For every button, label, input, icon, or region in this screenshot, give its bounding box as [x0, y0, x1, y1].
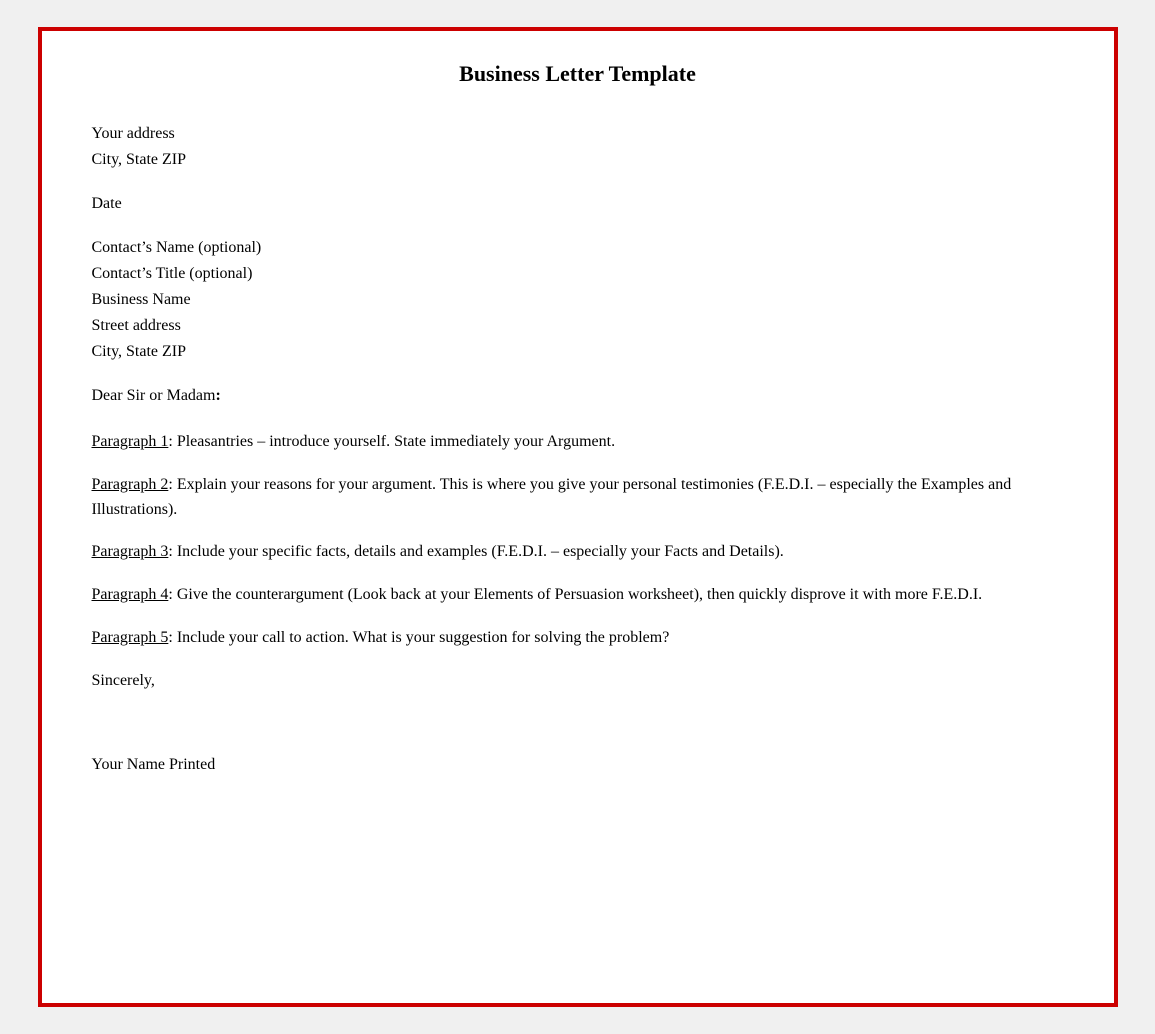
- address-line-2: City, State ZIP: [92, 148, 1064, 172]
- paragraph-4-label: Paragraph 4: [92, 586, 169, 603]
- recipient-block: Contact’s Name (optional) Contact’s Titl…: [92, 236, 1064, 364]
- paragraph-3-label: Paragraph 3: [92, 543, 169, 560]
- salutation-normal: Dear Sir or Madam: [92, 387, 216, 404]
- paragraph-4-text: Give the counterargument (Look back at y…: [173, 586, 982, 603]
- letter-body: Your address City, State ZIP Date Contac…: [92, 122, 1064, 777]
- page-wrapper: Business Letter Template Your address Ci…: [0, 0, 1155, 1034]
- salutation-bold: :: [215, 387, 220, 404]
- recipient-line-1: Contact’s Name (optional): [92, 236, 1064, 260]
- recipient-line-3: Business Name: [92, 288, 1064, 312]
- paragraph-1-text: Pleasantries – introduce yourself. State…: [173, 433, 615, 450]
- letter-container: Business Letter Template Your address Ci…: [38, 27, 1118, 1007]
- paragraph-2-label: Paragraph 2: [92, 476, 169, 493]
- paragraph-1-label: Paragraph 1: [92, 433, 169, 450]
- recipient-line-2: Contact’s Title (optional): [92, 262, 1064, 286]
- paragraph-3-block: Paragraph 3: Include your specific facts…: [92, 540, 1064, 565]
- paragraph-5-block: Paragraph 5: Include your call to action…: [92, 626, 1064, 651]
- recipient-line-4: Street address: [92, 314, 1064, 338]
- paragraph-4-block: Paragraph 4: Give the counterargument (L…: [92, 583, 1064, 608]
- paragraph-2-text: Explain your reasons for your argument. …: [92, 476, 1012, 518]
- paragraph-1-block: Paragraph 1: Pleasantries – introduce yo…: [92, 430, 1064, 455]
- signature-text: Your Name Printed: [92, 756, 216, 773]
- closing-text: Sincerely,: [92, 672, 155, 689]
- salutation-block: Dear Sir or Madam:: [92, 384, 1064, 408]
- signature-block: Your Name Printed: [92, 753, 1064, 777]
- paragraph-2-block: Paragraph 2: Explain your reasons for yo…: [92, 473, 1064, 523]
- letter-title: Business Letter Template: [92, 61, 1064, 87]
- paragraph-3-text: Include your specific facts, details and…: [173, 543, 784, 560]
- closing-block: Sincerely,: [92, 669, 1064, 693]
- address-block: Your address City, State ZIP: [92, 122, 1064, 172]
- date-label: Date: [92, 195, 122, 212]
- date-block: Date: [92, 192, 1064, 216]
- paragraph-5-label: Paragraph 5: [92, 629, 169, 646]
- paragraph-5-text: Include your call to action. What is you…: [173, 629, 669, 646]
- address-line-1: Your address: [92, 122, 1064, 146]
- recipient-line-5: City, State ZIP: [92, 340, 1064, 364]
